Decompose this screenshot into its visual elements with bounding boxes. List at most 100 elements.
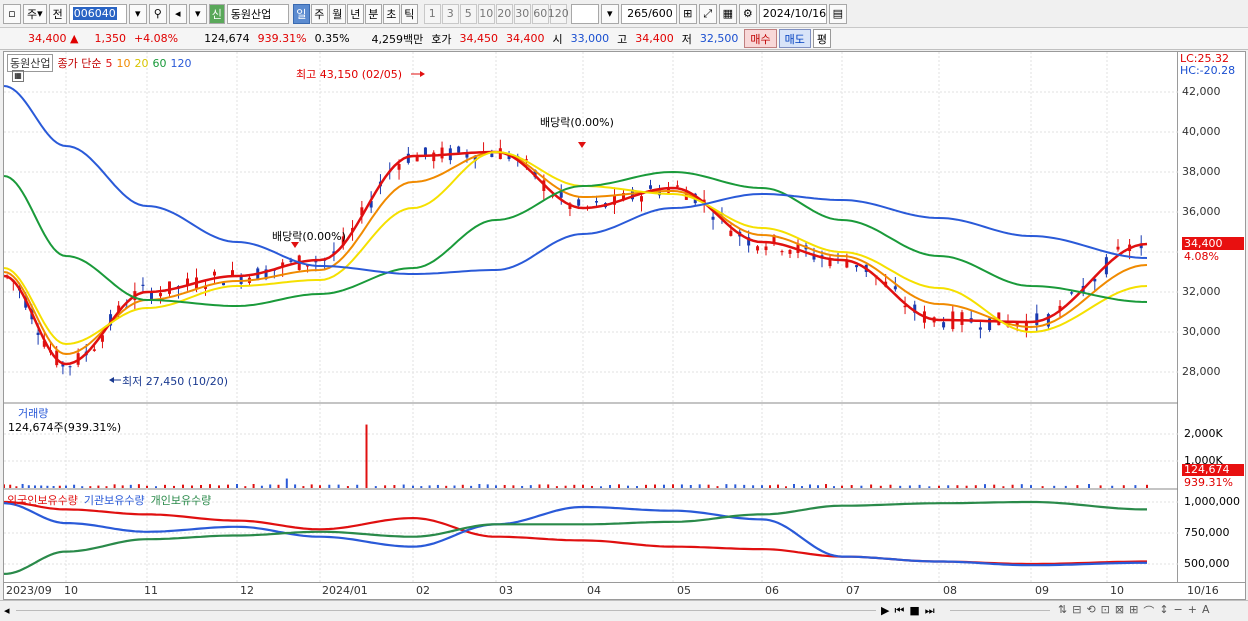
legend-individual[interactable]: 개인보유수량	[151, 492, 212, 508]
interval-button[interactable]: 10	[477, 3, 495, 24]
volume-bar	[191, 485, 193, 488]
candle-body	[780, 251, 784, 253]
table-icon[interactable]: ▦	[12, 70, 24, 82]
volume-bar	[9, 484, 12, 488]
period-tab[interactable]: 주	[310, 3, 328, 24]
draw-tool-icon[interactable]: ⤢	[698, 3, 717, 24]
grid-icon[interactable]: ▦	[718, 3, 737, 24]
candle-body	[942, 322, 946, 328]
volume-bar	[285, 478, 288, 488]
interval-button[interactable]: 60	[531, 3, 549, 24]
volume-bar	[1041, 486, 1044, 488]
prev-button[interactable]: 전	[48, 3, 67, 24]
tool-icon[interactable]: ⊠	[1115, 603, 1124, 619]
ma-line-종가-단순-20	[3, 150, 1148, 346]
annotation-low-arrowhead	[109, 377, 114, 383]
volume-bar	[113, 484, 116, 488]
volume-bar	[137, 484, 140, 488]
period-tab[interactable]: 틱	[400, 3, 418, 24]
period-tab[interactable]: 년	[346, 3, 364, 24]
interval-button[interactable]: 5	[459, 3, 477, 24]
interval-button[interactable]: 30	[513, 3, 531, 24]
volume-bar	[445, 485, 448, 488]
scroll-track[interactable]	[16, 610, 876, 611]
buy-button[interactable]: 매수	[744, 29, 777, 48]
legend-foreign[interactable]: 외국인보유수량	[7, 492, 78, 508]
skip-back-icon[interactable]: ⏮	[894, 604, 904, 618]
volume-bar	[374, 486, 377, 488]
volume-bar	[470, 485, 473, 488]
window-icon[interactable]: ▫	[3, 3, 21, 24]
chart-type-select[interactable]: 주 ▾	[23, 3, 47, 24]
dropdown-icon[interactable]: ▾	[600, 3, 619, 24]
zoom-track[interactable]	[950, 610, 1050, 611]
interval-button[interactable]: 1	[423, 3, 441, 24]
custom-interval-input[interactable]	[570, 3, 599, 24]
interval-button[interactable]: 20	[495, 3, 513, 24]
volume-bar	[752, 485, 755, 488]
tool-icon[interactable]: ⌒	[1143, 603, 1154, 619]
volume-bar	[1134, 485, 1137, 488]
calendar-icon[interactable]: ▤	[828, 3, 847, 24]
stock-code-input[interactable]: 006040	[68, 3, 127, 24]
tool-icon[interactable]: ⊞	[1129, 603, 1138, 619]
scroll-left-icon[interactable]: ◂	[4, 604, 10, 617]
candle-body	[432, 152, 436, 162]
scroll-bar[interactable]: ◂ ▶ ⏮ ■ ⏭ ⇅ ⊟ ⟲ ⊡ ⊠ ⊞ ⌒ ↕ − + A	[0, 600, 1248, 621]
search-icon[interactable]: ⚲	[148, 3, 167, 24]
volume-bar	[785, 486, 787, 488]
volume-bar	[521, 485, 524, 488]
period-tab[interactable]: 월	[328, 3, 346, 24]
period-tab[interactable]: 일	[292, 3, 310, 24]
chart-tool-icon[interactable]: ⊞	[678, 3, 697, 24]
expand-icon[interactable]: ↕	[1159, 603, 1168, 619]
legend-institution[interactable]: 기관보유수량	[84, 492, 145, 508]
volume-ratio: 939.31%	[257, 32, 307, 45]
period-tab[interactable]: 초	[382, 3, 400, 24]
right-axis[interactable]: LC:25.32 HC:-20.28 42,000 40,000 38,000 36,…	[1178, 51, 1246, 583]
date-input[interactable]: 2024/10/16	[758, 3, 827, 24]
volume-bar	[1020, 484, 1023, 488]
tool-icon[interactable]: ⊡	[1101, 603, 1110, 619]
plus-icon[interactable]: +	[1188, 603, 1197, 619]
chart-area[interactable]: 동원산업 종가 단순 5 10 20 60 120 ▦ 최고 43,150 (0…	[3, 51, 1179, 584]
volume-bar	[879, 485, 882, 488]
interval-button[interactable]: 120	[548, 3, 569, 24]
speaker-icon[interactable]: ◂	[168, 3, 187, 24]
count-value: 265	[627, 7, 649, 20]
volume-bar	[636, 486, 638, 488]
volume-bar	[218, 485, 220, 488]
count-input[interactable]: 265/600	[620, 3, 677, 24]
stop-icon[interactable]: ■	[909, 604, 919, 618]
volume-bar	[956, 485, 959, 488]
ask-price-1: 34,450	[459, 32, 499, 45]
volume-bar	[512, 485, 515, 488]
volume-bar	[105, 486, 108, 488]
holding-ytick-1m: 1,000,000	[1184, 495, 1240, 508]
font-size-icon[interactable]: A	[1202, 603, 1210, 619]
volume-bar	[1122, 485, 1125, 488]
volume-bar	[1053, 485, 1056, 488]
volume-bar	[182, 484, 184, 488]
play-icon[interactable]: ▶	[881, 604, 889, 618]
tool-icon[interactable]: ⊟	[1072, 603, 1081, 619]
candle-body	[1070, 292, 1074, 294]
chevron-down-icon[interactable]: ▾	[188, 3, 207, 24]
dropdown-icon[interactable]: ▾	[128, 3, 147, 24]
x-tick-label: 03	[499, 584, 513, 597]
volume-bar	[698, 484, 701, 488]
volume-bar	[173, 485, 175, 488]
minus-icon[interactable]: −	[1174, 603, 1183, 619]
sell-button[interactable]: 매도	[778, 29, 811, 48]
gear-icon[interactable]: ⚙	[738, 3, 757, 24]
tool-icon[interactable]: ⇅	[1058, 603, 1067, 619]
eval-button[interactable]: 평	[812, 29, 832, 48]
tool-icon[interactable]: ⟲	[1086, 603, 1095, 619]
volume-bar	[21, 483, 24, 488]
period-tab[interactable]: 분	[364, 3, 382, 24]
stock-name-field[interactable]: 동원산업	[226, 3, 289, 24]
skip-forward-icon[interactable]: ⏭	[925, 604, 935, 618]
volume-bar	[707, 484, 710, 488]
interval-button[interactable]: 3	[441, 3, 459, 24]
volume-bar	[928, 486, 931, 488]
